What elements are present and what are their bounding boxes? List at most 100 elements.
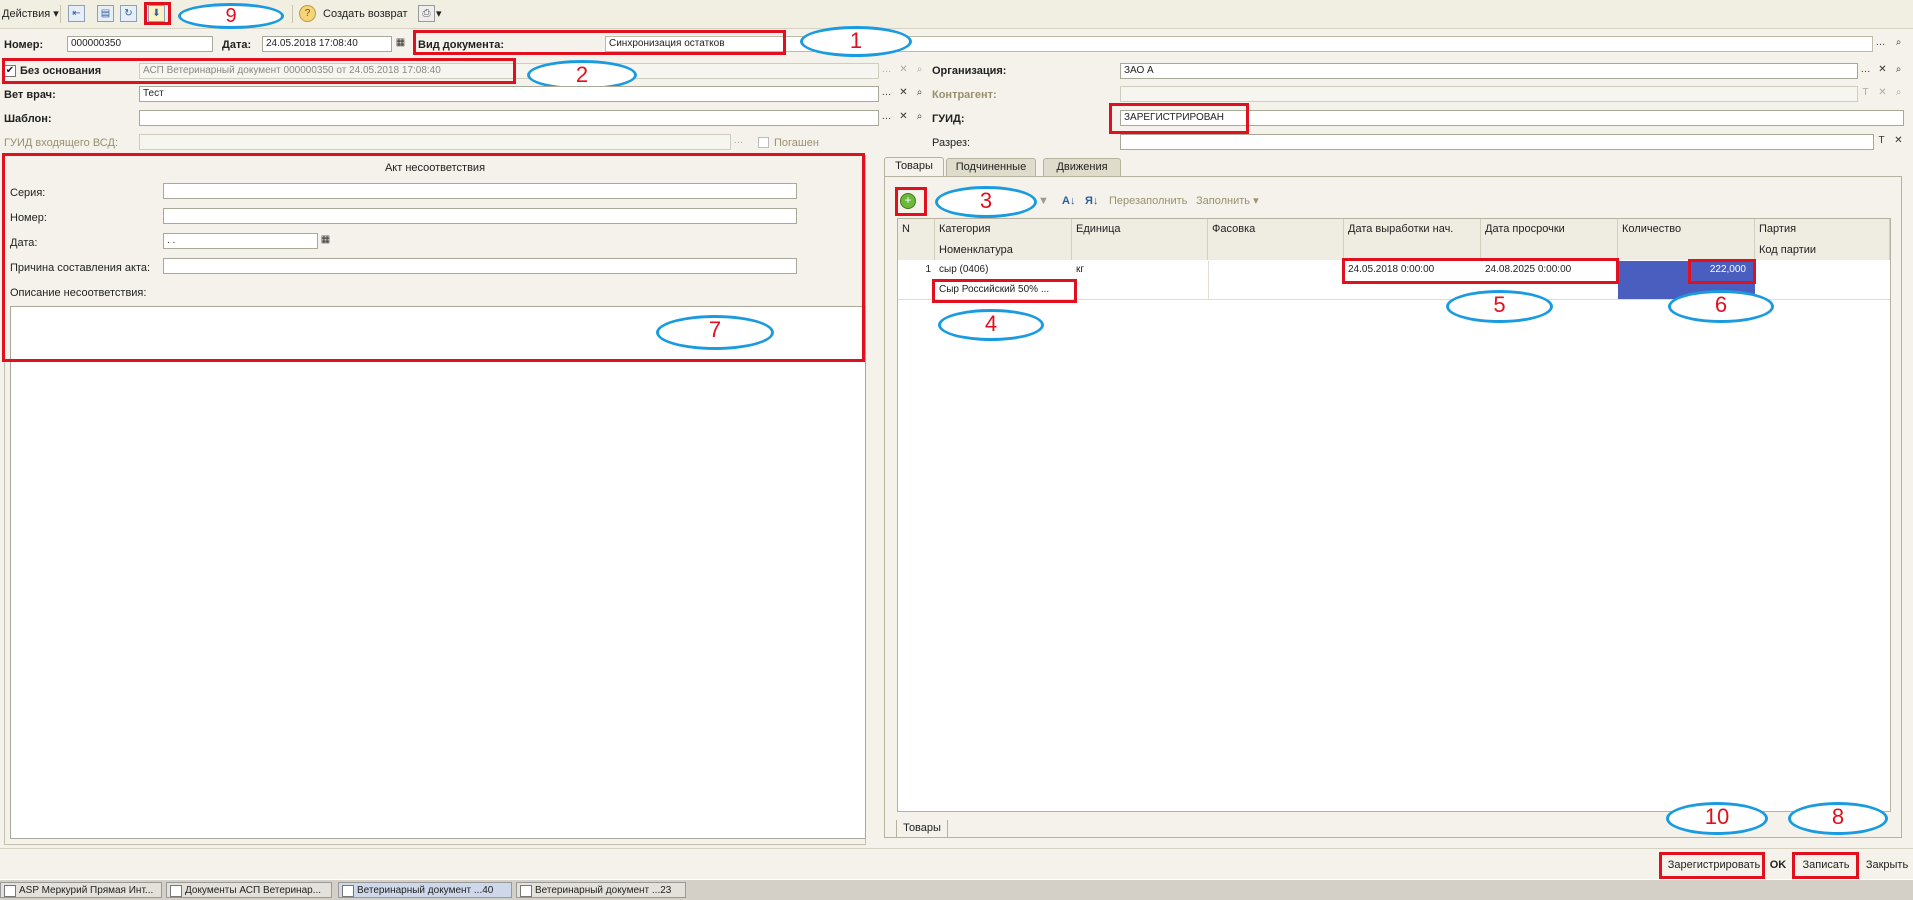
cell-date-start[interactable]: 24.05.2018 0:00:00 — [1344, 261, 1481, 279]
paid-label: Погашен — [774, 137, 819, 149]
cell-unit[interactable]: кг — [1072, 261, 1208, 279]
reason-field[interactable] — [163, 258, 797, 274]
view-icon[interactable]: ▤ — [97, 5, 114, 22]
bottom-tab-goods[interactable]: Товары — [896, 820, 948, 838]
select-button[interactable]: … — [879, 63, 894, 79]
select-button[interactable]: … — [1858, 63, 1873, 79]
calendar-icon[interactable]: ▦ — [318, 233, 333, 249]
org-label: Организация: — [932, 65, 1007, 77]
desc-textarea[interactable] — [10, 306, 866, 839]
move-down-icon[interactable]: ▼ — [1038, 194, 1049, 208]
select-button[interactable]: … — [879, 110, 894, 126]
col-header-nomenclature[interactable]: Номенклатура — [935, 240, 1072, 260]
org-field[interactable]: ЗАО А — [1120, 63, 1858, 79]
ok-button[interactable]: OK — [1766, 855, 1790, 877]
select-button: … — [731, 134, 746, 150]
act-title: Акт несоответствия — [384, 162, 486, 174]
sort-desc-icon[interactable]: Я↓ — [1085, 194, 1098, 208]
col-header-category[interactable]: Категория — [935, 219, 1072, 240]
cell-nomenclature[interactable]: Сыр Российский 50% ... — [935, 281, 1072, 299]
select-button[interactable]: … — [879, 86, 894, 102]
fill-dropdown[interactable]: Заполнить ▾ — [1196, 194, 1259, 208]
cell-divider — [1208, 261, 1209, 299]
series-field[interactable] — [163, 183, 797, 199]
basis-checkbox[interactable]: ✔ — [4, 65, 16, 77]
toolbar-separator — [60, 5, 61, 23]
post-icon[interactable]: ⇤ — [68, 5, 85, 22]
col-header-batch-code[interactable]: Код партии — [1755, 240, 1890, 260]
search-icon: ⌕ — [1891, 86, 1906, 102]
search-icon[interactable]: ⌕ — [1891, 36, 1906, 52]
taskbar-item[interactable]: ASP Меркурий Прямая Инт... — [0, 882, 162, 898]
number-label: Номер: — [4, 39, 44, 51]
basis-field[interactable]: АСП Ветеринарный документ 000000350 от 2… — [139, 63, 879, 79]
basis-label: Без основания — [20, 65, 102, 77]
taskbar-item[interactable]: Ветеринарный документ ...23 — [516, 882, 686, 898]
cell-category[interactable]: сыр (0406) — [935, 261, 1072, 279]
section-field[interactable] — [1120, 134, 1874, 150]
act-number-field[interactable] — [163, 208, 797, 224]
type-icon[interactable]: T — [1874, 134, 1889, 150]
calendar-icon[interactable]: ▦ — [393, 36, 408, 52]
download-icon[interactable]: ⬇ — [148, 5, 165, 22]
col-header-batch[interactable]: Партия — [1755, 219, 1890, 240]
series-label: Серия: — [10, 187, 46, 199]
col-header-n[interactable]: N — [898, 219, 935, 260]
date-field[interactable]: 24.05.2018 17:08:40 — [262, 36, 392, 52]
guid-field[interactable]: ЗАРЕГИСТРИРОВАН — [1120, 110, 1904, 126]
clear-icon[interactable]: ✕ — [896, 63, 911, 79]
clear-icon[interactable]: ✕ — [1891, 134, 1906, 150]
callout-6: 6 — [1668, 290, 1774, 323]
act-date-field[interactable]: . . — [163, 233, 318, 249]
callout-5: 5 — [1446, 290, 1553, 323]
tab-goods[interactable]: Товары — [884, 157, 944, 177]
search-icon[interactable]: ⌕ — [912, 63, 927, 79]
select-button[interactable]: … — [1873, 36, 1888, 52]
save-button[interactable]: Записать — [1794, 855, 1858, 877]
guid-in-label: ГУИД входящего ВСД: — [4, 137, 118, 149]
vet-label: Вет врач: — [4, 89, 56, 101]
taskbar-item[interactable]: Документы АСП Ветеринар... — [166, 882, 332, 898]
cell-qty[interactable]: 222,000 — [1690, 261, 1750, 279]
col-header-qty[interactable]: Количество — [1618, 219, 1755, 260]
callout-9: 9 — [178, 3, 284, 29]
register-button[interactable]: Зарегистрировать — [1664, 855, 1764, 877]
search-icon[interactable]: ⌕ — [912, 110, 927, 126]
search-icon[interactable]: ⌕ — [1891, 63, 1906, 79]
cell-date-exp[interactable]: 24.08.2025 0:00:00 — [1481, 261, 1618, 279]
col-header-date-start[interactable]: Дата выработки нач. — [1344, 219, 1481, 260]
footer-divider — [0, 848, 1913, 849]
create-return-button[interactable]: Создать возврат — [323, 6, 408, 22]
search-icon[interactable]: ⌕ — [912, 86, 927, 102]
doc-type-field[interactable]: Синхронизация остатков — [605, 36, 1873, 52]
refresh-icon[interactable]: ↻ — [120, 5, 137, 22]
col-header-date-exp[interactable]: Дата просрочки — [1481, 219, 1618, 260]
template-label: Шаблон: — [4, 113, 52, 125]
col-header-pack[interactable]: Фасовка — [1208, 219, 1344, 260]
clear-icon[interactable]: ✕ — [1875, 63, 1890, 79]
template-field[interactable] — [139, 110, 879, 126]
sort-asc-icon[interactable]: A↓ — [1062, 194, 1075, 208]
taskbar-item-active[interactable]: Ветеринарный документ ...40 — [338, 882, 512, 898]
callout-1: 1 — [800, 26, 912, 57]
tab-subordinate[interactable]: Подчиненные — [946, 158, 1036, 176]
callout-3: 3 — [935, 186, 1037, 218]
vet-field[interactable]: Тест — [139, 86, 879, 102]
refill-button[interactable]: Перезаполнить — [1109, 194, 1187, 208]
clear-icon[interactable]: ✕ — [896, 110, 911, 126]
reason-label: Причина составления акта: — [10, 262, 151, 274]
col-header-unit[interactable]: Единица — [1072, 219, 1208, 260]
printer-icon[interactable]: ⎙ — [418, 5, 435, 22]
question-icon[interactable]: ? — [299, 5, 316, 22]
section-label: Разрез: — [932, 137, 971, 149]
callout-4: 4 — [938, 309, 1044, 341]
number-field[interactable]: 000000350 — [67, 36, 213, 52]
print-dropdown[interactable]: ▾ — [436, 6, 442, 22]
close-button[interactable]: Закрыть — [1862, 855, 1912, 877]
clear-icon[interactable]: ✕ — [896, 86, 911, 102]
add-row-icon[interactable]: + — [900, 193, 916, 209]
callout-10: 10 — [1666, 802, 1768, 835]
row-number: 1 — [925, 264, 931, 275]
tab-movements[interactable]: Движения — [1043, 158, 1121, 176]
actions-menu[interactable]: Действия ▾ — [2, 6, 59, 22]
